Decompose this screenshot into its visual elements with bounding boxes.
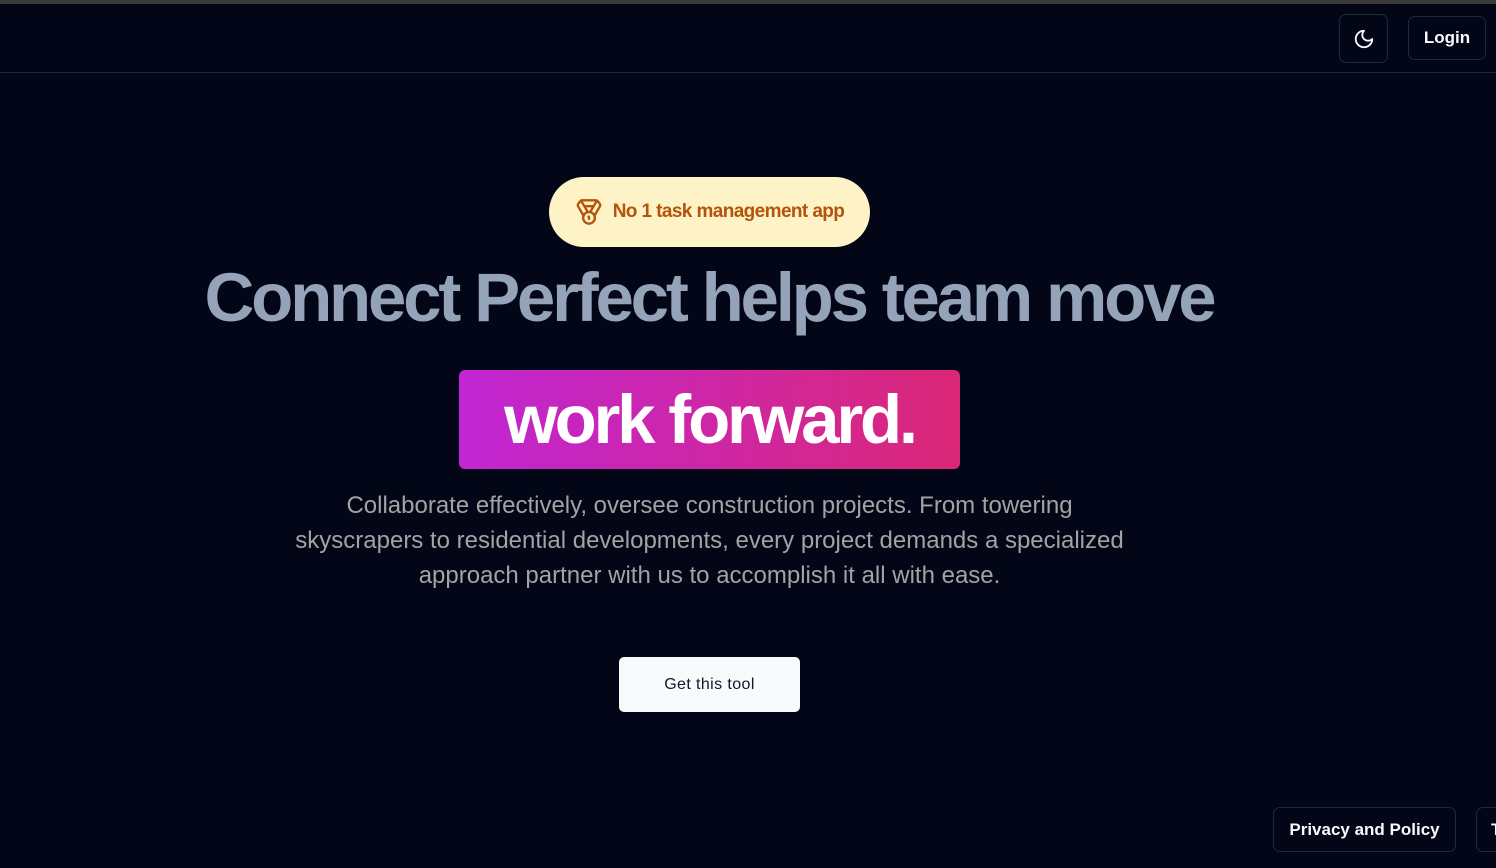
navbar: Login — [0, 4, 1496, 73]
theme-toggle-button[interactable] — [1339, 14, 1388, 63]
privacy-policy-button[interactable]: Privacy and Policy — [1273, 807, 1456, 852]
login-button[interactable]: Login — [1408, 16, 1486, 60]
medal-icon — [576, 199, 602, 225]
hero-highlight: work forward. — [459, 370, 960, 469]
top-badge: No 1 task management app — [549, 177, 870, 247]
terms-button[interactable]: T — [1476, 807, 1496, 852]
get-tool-button[interactable]: Get this tool — [619, 657, 800, 712]
badge-label: No 1 task management app — [612, 201, 845, 222]
hero-headline: Connect Perfect helps team move — [204, 259, 1217, 336]
moon-icon — [1354, 29, 1373, 48]
hero-subtitle: Collaborate effectively, oversee constru… — [295, 492, 1124, 589]
